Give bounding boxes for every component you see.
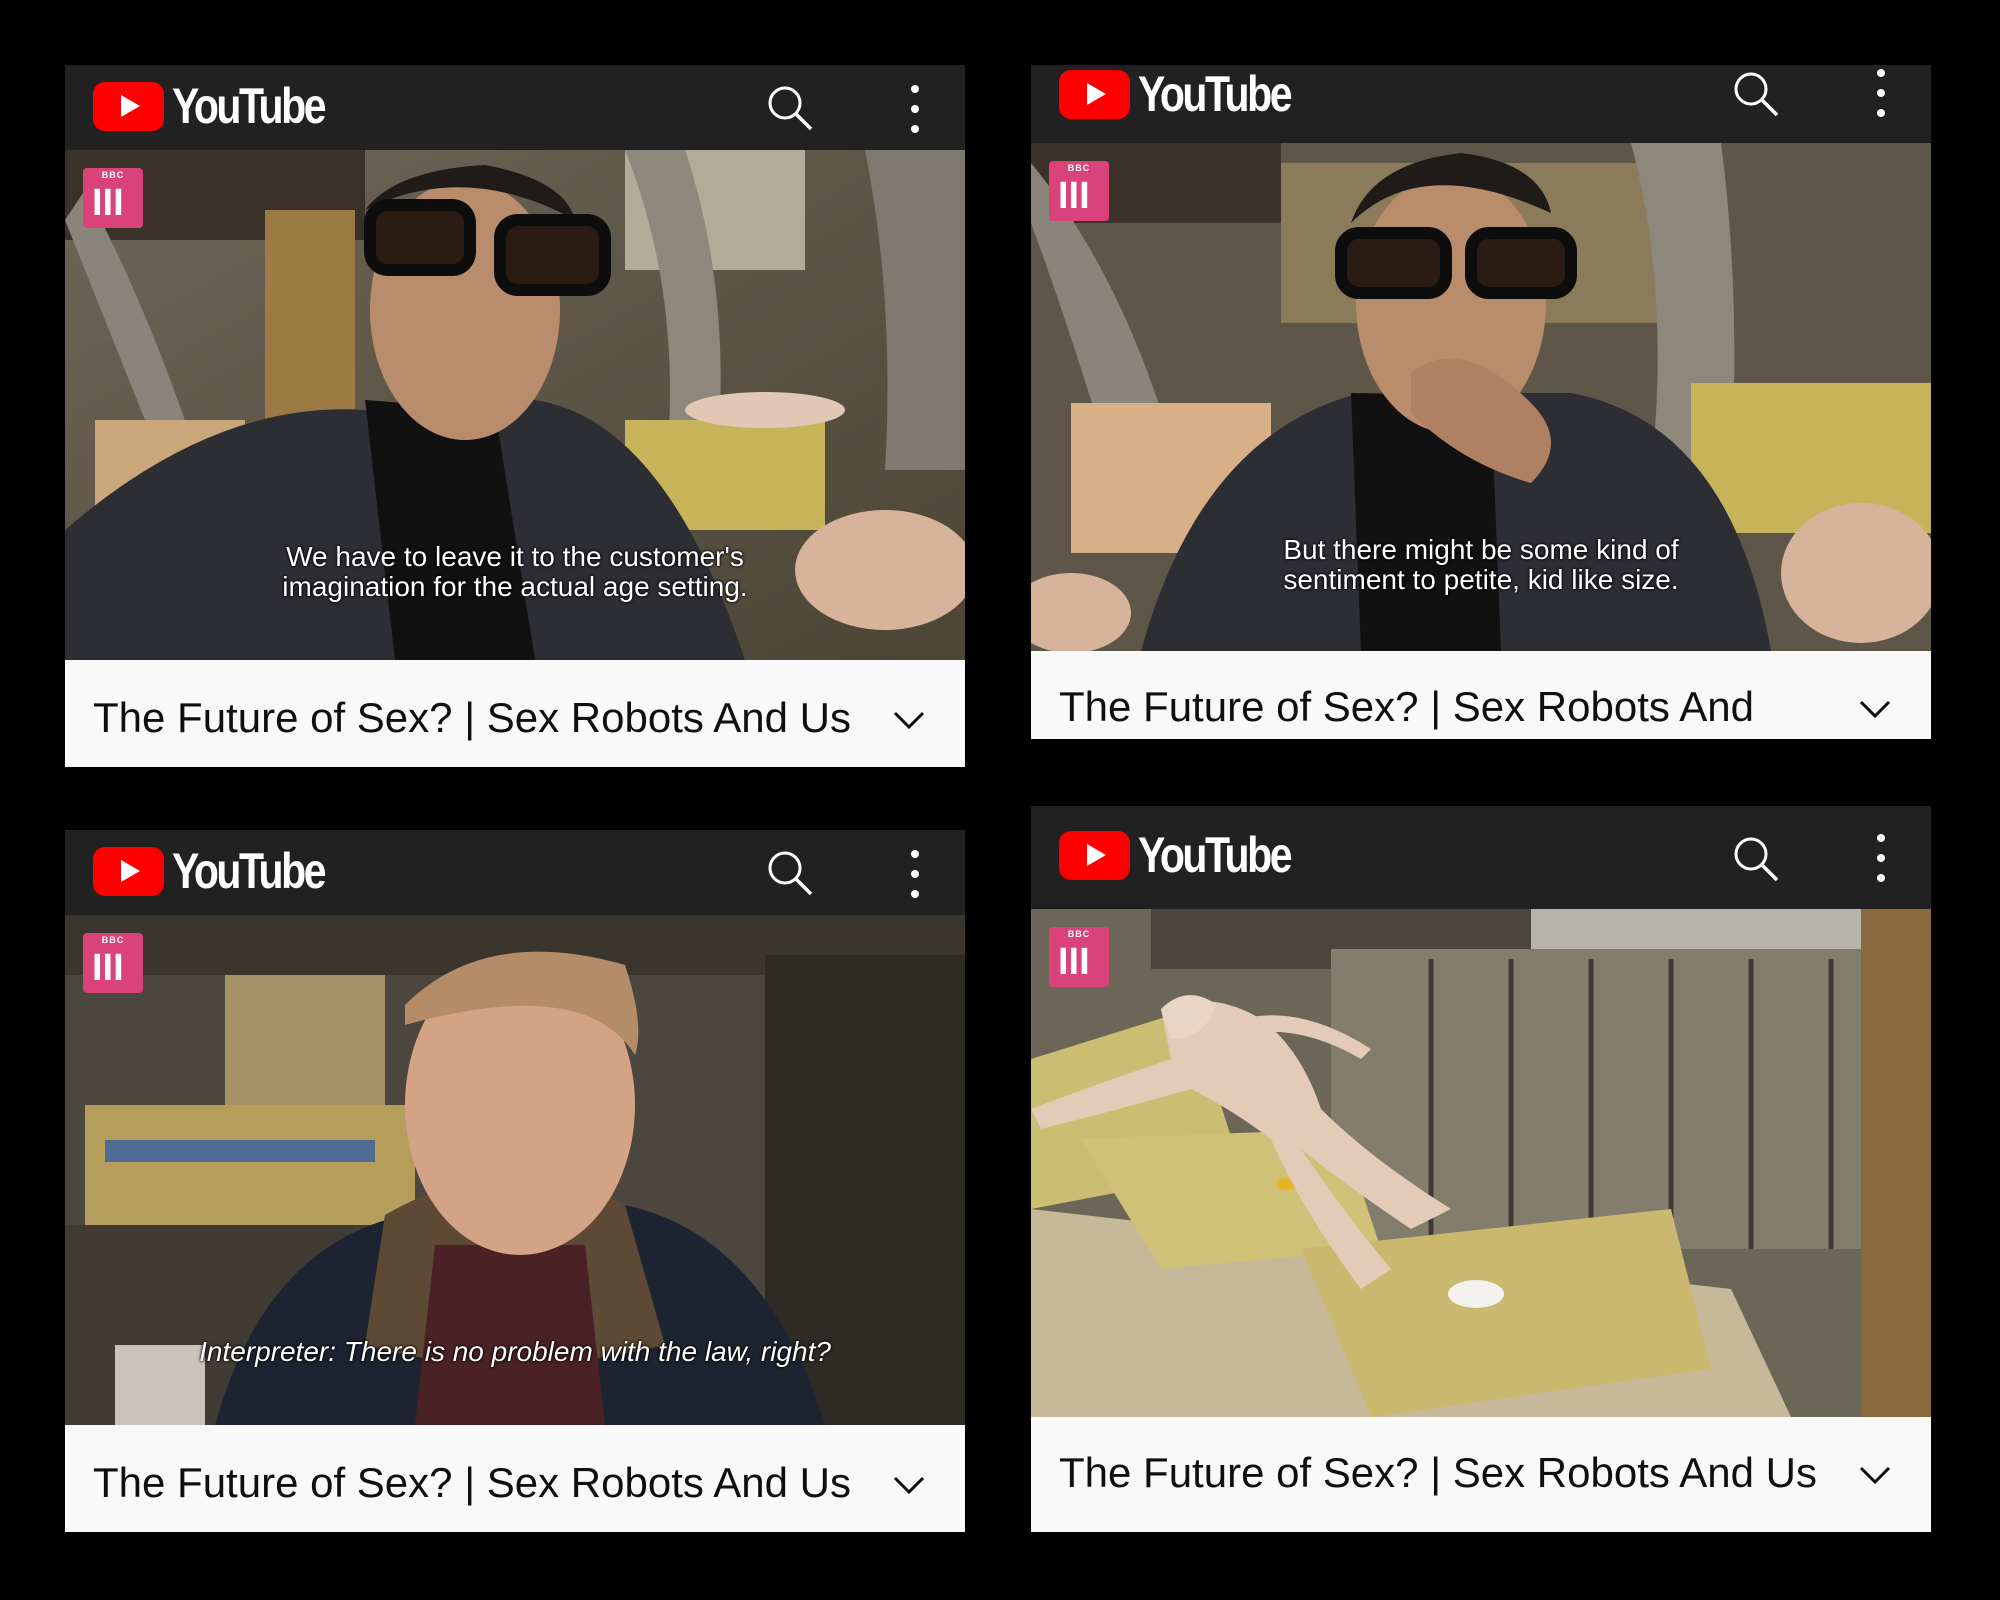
more-vert-icon[interactable] xyxy=(909,850,921,898)
screenshot-panel-4: YouTube BBC III The Future of Sex? | Sex… xyxy=(1031,806,1931,1532)
chevron-down-icon[interactable] xyxy=(1859,1465,1891,1485)
subtitle-line: Interpreter: There is no problem with th… xyxy=(199,1336,831,1367)
subtitle-line: But there might be some kind of xyxy=(1283,534,1679,565)
bbc-three-watermark: BBC III xyxy=(1049,161,1109,221)
youtube-wordmark: YouTube xyxy=(1138,827,1293,883)
video-title[interactable]: The Future of Sex? | Sex Robots And Us xyxy=(1059,1447,1819,1499)
youtube-logo[interactable]: YouTube xyxy=(1059,65,1323,123)
subtitle-line: We have to leave it to the customer's xyxy=(286,541,744,572)
search-icon[interactable] xyxy=(765,848,815,898)
youtube-wordmark: YouTube xyxy=(172,843,327,899)
more-vert-icon[interactable] xyxy=(1875,834,1887,882)
youtube-header: YouTube xyxy=(65,830,965,915)
video-title[interactable]: The Future of Sex? | Sex Robots And xyxy=(1059,681,1819,733)
video-title-bar[interactable]: The Future of Sex? | Sex Robots And Us xyxy=(65,660,965,767)
video-frame xyxy=(1031,909,1931,1417)
youtube-logo[interactable]: YouTube xyxy=(93,842,357,900)
youtube-play-icon xyxy=(93,81,164,131)
youtube-play-icon xyxy=(1059,69,1130,119)
bbc-three-watermark: BBC III xyxy=(1049,927,1109,987)
video-title-bar[interactable]: The Future of Sex? | Sex Robots And Us xyxy=(65,1425,965,1532)
subtitle-line: imagination for the actual age setting. xyxy=(282,571,748,602)
bbc-three-watermark: BBC III xyxy=(83,168,143,228)
video-title[interactable]: The Future of Sex? | Sex Robots And Us xyxy=(93,1457,853,1509)
screenshot-panel-2: YouTube BBC III But there might be some … xyxy=(1031,65,1931,739)
video-player[interactable]: BBC III We have to leave it to the custo… xyxy=(65,150,965,660)
video-player[interactable]: BBC III But there might be some kind of … xyxy=(1031,143,1931,651)
screenshot-panel-1: YouTube BBC III We have to leave it to t… xyxy=(65,65,965,767)
youtube-logo[interactable]: YouTube xyxy=(1059,826,1323,884)
youtube-play-icon xyxy=(1059,830,1130,880)
video-subtitle: Interpreter: There is no problem with th… xyxy=(65,1337,965,1367)
subtitle-line: sentiment to petite, kid like size. xyxy=(1283,564,1679,595)
youtube-wordmark: YouTube xyxy=(172,78,327,134)
video-subtitle: But there might be some kind of sentimen… xyxy=(1031,535,1931,595)
search-icon[interactable] xyxy=(1731,834,1781,884)
youtube-header: YouTube xyxy=(1031,806,1931,909)
chevron-down-icon[interactable] xyxy=(1859,699,1891,719)
search-icon[interactable] xyxy=(765,83,815,133)
search-icon[interactable] xyxy=(1731,69,1781,119)
video-title[interactable]: The Future of Sex? | Sex Robots And Us xyxy=(93,692,853,744)
bbc-three-watermark: BBC III xyxy=(83,933,143,993)
screenshot-panel-3: YouTube BBC III Interpreter: There is no… xyxy=(65,830,965,1532)
youtube-header: YouTube xyxy=(1031,65,1931,143)
video-subtitle: We have to leave it to the customer's im… xyxy=(65,542,965,602)
youtube-play-icon xyxy=(93,846,164,896)
more-vert-icon[interactable] xyxy=(1875,69,1887,117)
youtube-logo[interactable]: YouTube xyxy=(93,77,357,135)
youtube-wordmark: YouTube xyxy=(1138,66,1293,122)
video-player[interactable]: BBC III Interpreter: There is no problem… xyxy=(65,915,965,1425)
chevron-down-icon[interactable] xyxy=(893,710,925,730)
more-vert-icon[interactable] xyxy=(909,85,921,133)
chevron-down-icon[interactable] xyxy=(893,1475,925,1495)
video-title-bar[interactable]: The Future of Sex? | Sex Robots And xyxy=(1031,651,1931,739)
video-player[interactable]: BBC III xyxy=(1031,909,1931,1417)
youtube-header: YouTube xyxy=(65,65,965,150)
video-title-bar[interactable]: The Future of Sex? | Sex Robots And Us xyxy=(1031,1417,1931,1532)
